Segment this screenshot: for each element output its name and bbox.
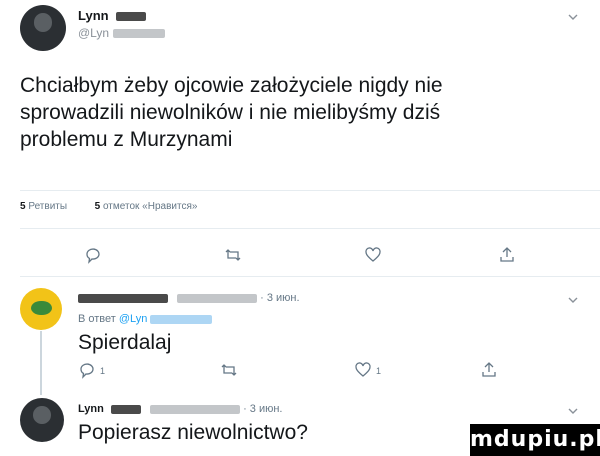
retweet-icon[interactable] [220, 361, 242, 383]
avatar[interactable] [20, 5, 66, 51]
redacted-handle [150, 404, 240, 414]
reply-header: Lynn · 3 июн. [78, 403, 283, 415]
reply-text: Spierdalaj [78, 331, 172, 354]
like-stat[interactable]: 5 отметок «Нравится» [95, 201, 198, 212]
reply-date[interactable]: · 3 июн. [243, 403, 282, 415]
redacted-handle [177, 293, 258, 303]
like-count: 1 [376, 366, 382, 376]
divider [20, 228, 600, 229]
retweet-stat[interactable]: 5 Ретвиты [20, 201, 67, 212]
tweet-text: Chciałbym żeby ojcowie założyciele nigdy… [20, 72, 580, 153]
avatar[interactable] [20, 398, 64, 442]
reply-header: · 3 июн. [78, 292, 300, 304]
thread-line [40, 331, 42, 395]
tweet-text-line: problemu z Murzynami [20, 128, 233, 151]
share-icon[interactable] [498, 246, 520, 268]
reply-date[interactable]: · 3 июн. [260, 292, 299, 304]
redacted-name [78, 293, 168, 303]
like-icon[interactable] [354, 361, 376, 383]
watermark-logo: mdupiu.pl [470, 424, 600, 456]
tweet-text-line: sprowadzili niewolników i nie mielibyśmy… [20, 101, 441, 124]
redacted-handle [113, 29, 166, 39]
redacted-surname [110, 404, 141, 414]
reply-mention-link[interactable]: @Lyn [119, 313, 213, 325]
divider [20, 276, 600, 277]
redacted-surname [116, 12, 147, 22]
tweet-stats: 5 Ретвиты 5 отметок «Нравится» [20, 201, 197, 212]
reply-icon[interactable] [78, 361, 100, 383]
share-icon[interactable] [480, 361, 502, 383]
reply-icon[interactable] [84, 246, 106, 268]
chevron-down-icon[interactable] [566, 293, 580, 307]
redacted-handle [150, 314, 213, 324]
reply-context: В ответ @Lyn [78, 313, 213, 325]
like-icon[interactable] [364, 246, 386, 268]
author-handle: @Lyn [78, 26, 166, 40]
reply-count: 1 [100, 366, 106, 376]
chevron-down-icon[interactable] [566, 404, 580, 418]
reply-text: Popierasz niewolnictwo? [78, 421, 308, 444]
retweet-icon[interactable] [224, 246, 246, 268]
avatar[interactable] [20, 288, 62, 330]
chevron-down-icon[interactable] [566, 10, 580, 24]
divider [20, 190, 600, 191]
tweet-text-line: Chciałbym żeby ojcowie założyciele nigdy… [20, 74, 443, 97]
author-name[interactable]: Lynn [78, 8, 147, 23]
